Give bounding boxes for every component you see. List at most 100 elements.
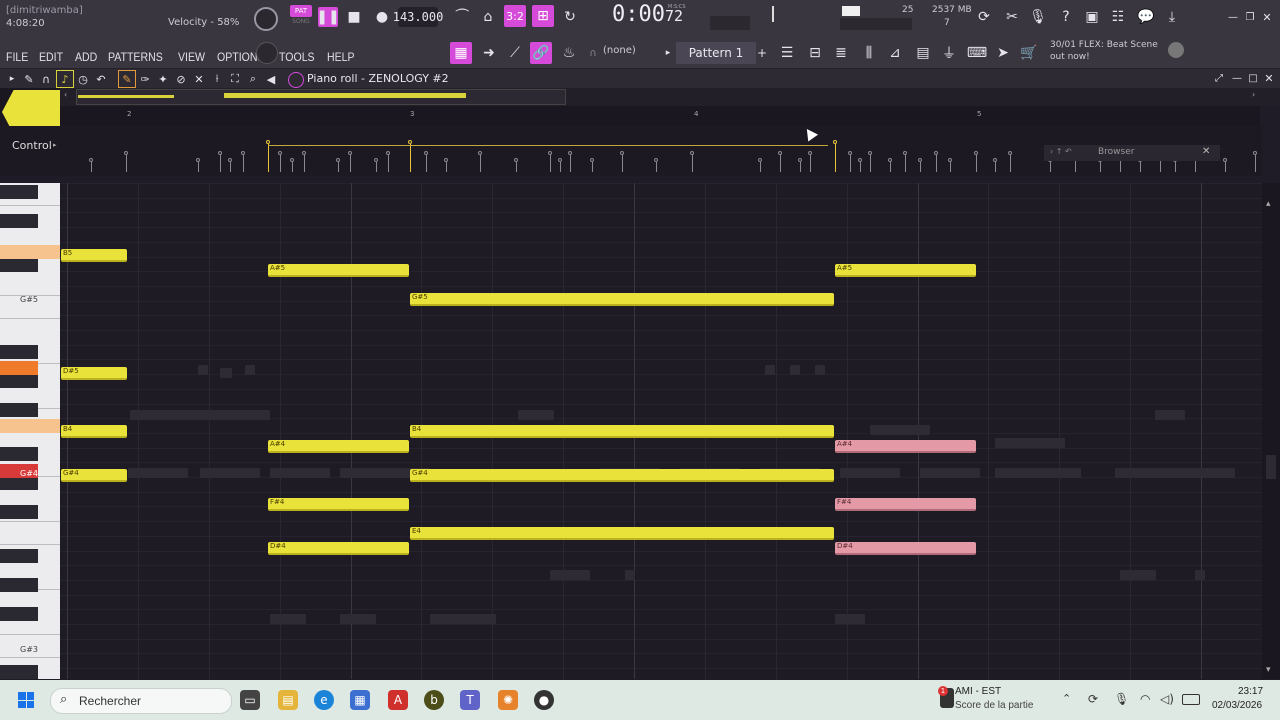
snap-selector[interactable]: (none) xyxy=(603,45,636,56)
velocity-stem[interactable] xyxy=(1140,162,1141,172)
velocity-stem[interactable] xyxy=(198,162,199,172)
velocity-stem[interactable] xyxy=(446,162,447,172)
refresh-icon[interactable]: ⟳ xyxy=(974,7,994,27)
piano-white-key[interactable] xyxy=(0,522,60,545)
magnet-snap-icon[interactable]: ∩ xyxy=(39,71,53,87)
piano-key-active[interactable] xyxy=(0,361,38,375)
wait-record-icon[interactable]: ⌂ xyxy=(478,7,498,27)
link-icon[interactable]: 🔗 xyxy=(530,42,552,64)
velocity-handle[interactable] xyxy=(302,151,306,155)
wand-icon[interactable]: ⟋ xyxy=(504,42,526,64)
mute-icon[interactable]: ✕ xyxy=(192,71,206,87)
velocity-stem[interactable] xyxy=(860,162,861,172)
piano-black-key[interactable] xyxy=(0,665,38,679)
piano-black-key[interactable] xyxy=(0,185,38,199)
velocity-stem[interactable] xyxy=(592,162,593,172)
scroll-left-icon[interactable]: ‹ xyxy=(64,90,70,102)
pattern-selector[interactable]: Pattern 1 xyxy=(676,42,756,64)
velocity-stem[interactable] xyxy=(426,155,427,172)
velocity-stem[interactable] xyxy=(995,162,996,172)
minimize-icon[interactable]: — xyxy=(1226,10,1240,24)
restore-icon[interactable]: ❐ xyxy=(1243,10,1257,24)
velocity-stem[interactable] xyxy=(656,162,657,172)
note-as5[interactable]: A#5 xyxy=(835,264,976,277)
tools-icon[interactable]: ✂ xyxy=(1002,7,1022,27)
help-icon[interactable]: ? xyxy=(1056,7,1076,27)
countdown-icon[interactable]: 3:2 xyxy=(504,5,526,27)
task-view-icon[interactable]: ▭ xyxy=(240,690,260,710)
zoom-icon[interactable]: ⌕ xyxy=(246,71,260,87)
velocity-stem[interactable] xyxy=(950,162,951,172)
velocity-handle[interactable] xyxy=(808,151,812,155)
velocity-stem[interactable] xyxy=(570,155,571,172)
velocity-handle[interactable] xyxy=(124,151,128,155)
note-fs4[interactable]: F#4 xyxy=(268,498,409,511)
velocity-stem[interactable] xyxy=(376,162,377,172)
acrobat-icon[interactable]: A xyxy=(388,690,408,710)
note-gs4[interactable]: G#4 xyxy=(410,469,834,482)
song-toggle[interactable]: SONG xyxy=(290,18,312,28)
note-grid[interactable]: B5 A#5 A#5 G#5 D#5 B4 B4 A#4 A#4 G#4 G#4 F#4 F#4 E4 D#… xyxy=(60,183,1262,679)
velocity-stem[interactable] xyxy=(622,155,623,172)
tray-chevron-icon[interactable]: ⌃ xyxy=(1062,692,1071,705)
time-ruler[interactable]: 2 3 4 5 xyxy=(60,106,1260,126)
note-icon[interactable]: ♪ xyxy=(56,70,74,88)
velocity-stem[interactable] xyxy=(810,155,811,172)
piano-black-key[interactable] xyxy=(0,505,38,519)
undo-icon[interactable]: ↶ xyxy=(94,71,108,87)
velocity-stem[interactable] xyxy=(280,155,281,172)
detach-icon[interactable]: ⤢ xyxy=(1212,71,1226,85)
velocity-stem[interactable] xyxy=(920,162,921,172)
pattern-prev-icon[interactable]: ▸ xyxy=(662,44,674,62)
pr-maximize-icon[interactable]: □ xyxy=(1246,71,1260,85)
velocity-handle[interactable] xyxy=(948,158,952,162)
select-icon[interactable]: ⛶ xyxy=(228,71,242,87)
menu-help[interactable]: HELP xyxy=(327,50,355,64)
velocity-stem[interactable] xyxy=(692,155,693,172)
clock-icon[interactable]: ◷ xyxy=(76,71,90,87)
menu-tools[interactable]: TOOLS xyxy=(279,50,315,64)
piano-keyboard[interactable]: G#5 G#4 G#3 xyxy=(0,183,60,679)
piano-black-key[interactable] xyxy=(0,578,38,592)
velocity-stem[interactable] xyxy=(905,155,906,172)
scroll-right-icon[interactable]: › xyxy=(1252,90,1258,102)
velocity-handle[interactable] xyxy=(374,158,378,162)
tray-mic-icon[interactable]: 🎙 xyxy=(1114,692,1129,706)
velocity-handle[interactable] xyxy=(1253,151,1257,155)
piano-black-key[interactable] xyxy=(0,258,38,272)
plugin-icon[interactable]: ⏚ xyxy=(938,42,960,64)
note-ds4[interactable]: D#4 xyxy=(268,542,409,555)
note-gs4[interactable]: G#4 xyxy=(61,469,127,482)
velocity-handle[interactable] xyxy=(424,151,428,155)
piano-black-key[interactable] xyxy=(0,214,38,228)
erase-icon[interactable]: ✦ xyxy=(156,71,170,87)
piano-black-key[interactable] xyxy=(0,607,38,621)
channel-rack-icon[interactable]: ≣ xyxy=(830,42,852,64)
velocity-handle[interactable] xyxy=(858,158,862,162)
velocity-handle[interactable] xyxy=(348,151,352,155)
notification-title[interactable]: AMI - EST xyxy=(955,686,1001,697)
velocity-handle[interactable] xyxy=(690,151,694,155)
velocity-handle[interactable] xyxy=(918,158,922,162)
velocity-handle[interactable] xyxy=(548,151,552,155)
playlist-icon[interactable]: ☰ xyxy=(776,42,798,64)
metronome-icon[interactable]: ⏜ xyxy=(452,7,472,27)
note-e4[interactable]: E4 xyxy=(410,527,834,540)
wifi-icon[interactable]: ◠ xyxy=(1140,692,1150,706)
velocity-stem[interactable] xyxy=(1010,155,1011,172)
browser-panel-icon[interactable]: ⊿ xyxy=(884,42,906,64)
velocity-handle[interactable] xyxy=(290,158,294,162)
velocity-handle[interactable] xyxy=(758,158,762,162)
velocity-handle[interactable] xyxy=(778,151,782,155)
velocity-handle[interactable] xyxy=(558,158,562,162)
master-volume-knob[interactable] xyxy=(254,7,278,31)
pitch-knob[interactable] xyxy=(256,42,278,64)
velocity-handle[interactable] xyxy=(654,158,658,162)
velocity-handle[interactable] xyxy=(848,151,852,155)
velocity-stem[interactable] xyxy=(1100,162,1101,172)
news-line2[interactable]: out now! xyxy=(1050,52,1090,62)
menu-view[interactable]: VIEW xyxy=(178,50,205,64)
velocity-handle[interactable] xyxy=(620,151,624,155)
velocity-handle[interactable] xyxy=(514,158,518,162)
velocity-handle[interactable] xyxy=(833,140,837,144)
